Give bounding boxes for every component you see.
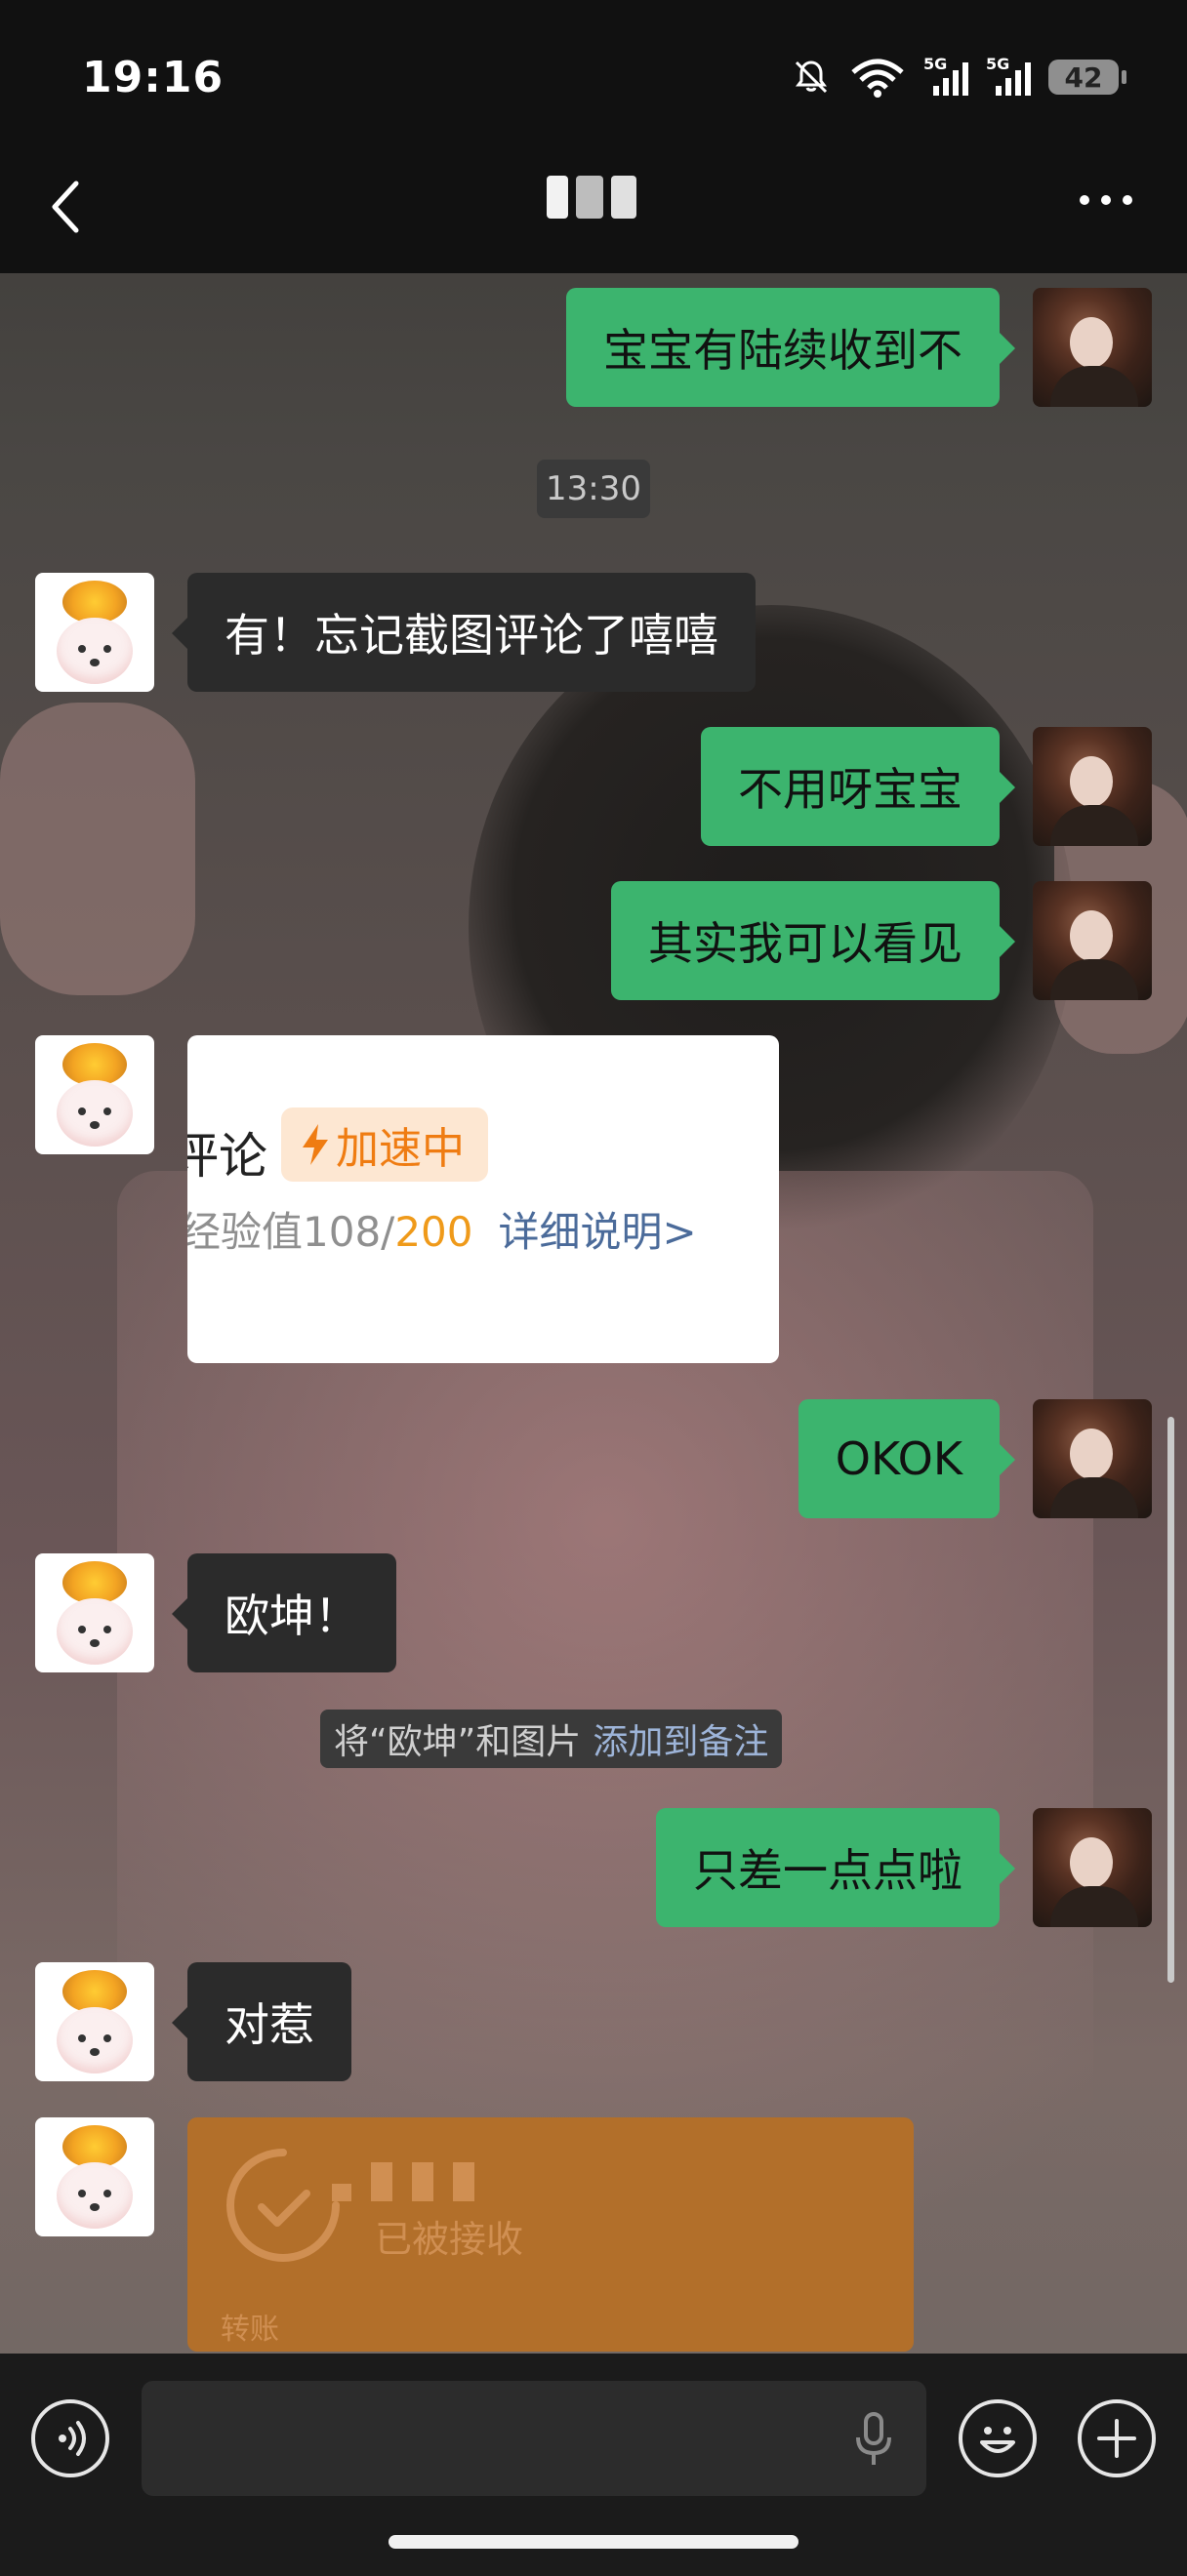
contact-avatar[interactable]: [35, 1035, 154, 1154]
details-link: 详细说明>: [498, 1208, 697, 1256]
my-avatar[interactable]: [1033, 727, 1152, 846]
lightning-icon: [303, 1124, 328, 1165]
status-time: 19:16: [82, 53, 225, 102]
cell-signal-2-icon: 5G: [986, 55, 1031, 96]
contact-avatar[interactable]: [35, 1553, 154, 1672]
message-input[interactable]: [142, 2381, 926, 2496]
my-avatar[interactable]: [1033, 1399, 1152, 1518]
message-bubble-received[interactable]: 有！忘记截图评论了嘻嘻: [172, 573, 756, 692]
microphone-icon[interactable]: [849, 2410, 898, 2469]
message-bubble-sent[interactable]: 其实我可以看见: [611, 881, 1015, 1000]
add-to-remark-link[interactable]: 添加到备注: [593, 1713, 768, 1764]
transfer-label: 转账: [221, 2313, 279, 2347]
contact-avatar[interactable]: [35, 573, 154, 692]
home-indicator[interactable]: [389, 2535, 798, 2549]
system-note-text: 将“欧坤”和图片: [334, 1722, 582, 1762]
message-bubble-sent[interactable]: OKOK: [798, 1399, 1016, 1518]
wifi-icon: [851, 59, 904, 98]
accelerating-tag-label: 加速中: [336, 1124, 465, 1174]
message-bubble-sent[interactable]: 不用呀宝宝: [701, 727, 1015, 846]
my-avatar[interactable]: [1033, 288, 1152, 407]
transfer-amount-pixelated: [332, 2162, 474, 2201]
my-avatar[interactable]: [1033, 1808, 1152, 1927]
image-text-comment: 评论: [187, 1128, 267, 1185]
battery-icon: 42: [1048, 60, 1126, 95]
more-horizontal-icon[interactable]: [1080, 195, 1132, 205]
message-bubble-received[interactable]: 对惹: [172, 1962, 351, 2081]
emoji-icon[interactable]: [959, 2399, 1037, 2477]
message-bubble-received[interactable]: 欧坤！: [172, 1553, 396, 1672]
chat-screen: 19:16 5G 5G 42 宝宝有陆续收到不 13:30 有！忘记截图评论了嘻…: [0, 0, 1187, 2576]
contact-name-pixelated[interactable]: [547, 176, 636, 219]
my-avatar[interactable]: [1033, 881, 1152, 1000]
network-type-2: 5G: [986, 55, 1010, 73]
experience-target: 200: [394, 1208, 473, 1256]
transfer-received-check-icon: [226, 2149, 340, 2262]
experience-line: 经验值108/200 详细说明>: [187, 1199, 697, 1259]
network-type-1: 5G: [923, 55, 948, 73]
transfer-message[interactable]: 已被接收 转账: [187, 2117, 914, 2352]
status-icons: 5G 5G 42: [791, 55, 1126, 98]
message-timestamp: 13:30: [537, 460, 650, 518]
plus-icon[interactable]: [1078, 2399, 1156, 2477]
message-bubble-sent[interactable]: 宝宝有陆续收到不: [566, 288, 1015, 407]
system-note: 将“欧坤”和图片 添加到备注: [320, 1710, 783, 1768]
contact-avatar[interactable]: [35, 2117, 154, 2236]
chevron-left-icon[interactable]: [47, 178, 86, 236]
experience-prefix: 经验值108/: [187, 1208, 395, 1256]
transfer-status: 已被接收: [375, 2218, 524, 2261]
accelerating-tag: 加速中: [281, 1107, 488, 1182]
contact-avatar[interactable]: [35, 1962, 154, 2081]
cell-signal-1-icon: 5G: [923, 55, 968, 96]
scrollbar[interactable]: [1167, 1417, 1174, 1983]
voice-icon[interactable]: [31, 2399, 109, 2477]
background-hand-left: [0, 703, 195, 995]
image-message[interactable]: 评论 加速中 经验值108/200 详细说明>: [187, 1035, 779, 1363]
message-bubble-sent[interactable]: 只差一点点啦: [656, 1808, 1015, 1927]
mute-bell-icon: [795, 60, 828, 94]
status-bar: 19:16 5G 5G 42: [0, 0, 1187, 161]
